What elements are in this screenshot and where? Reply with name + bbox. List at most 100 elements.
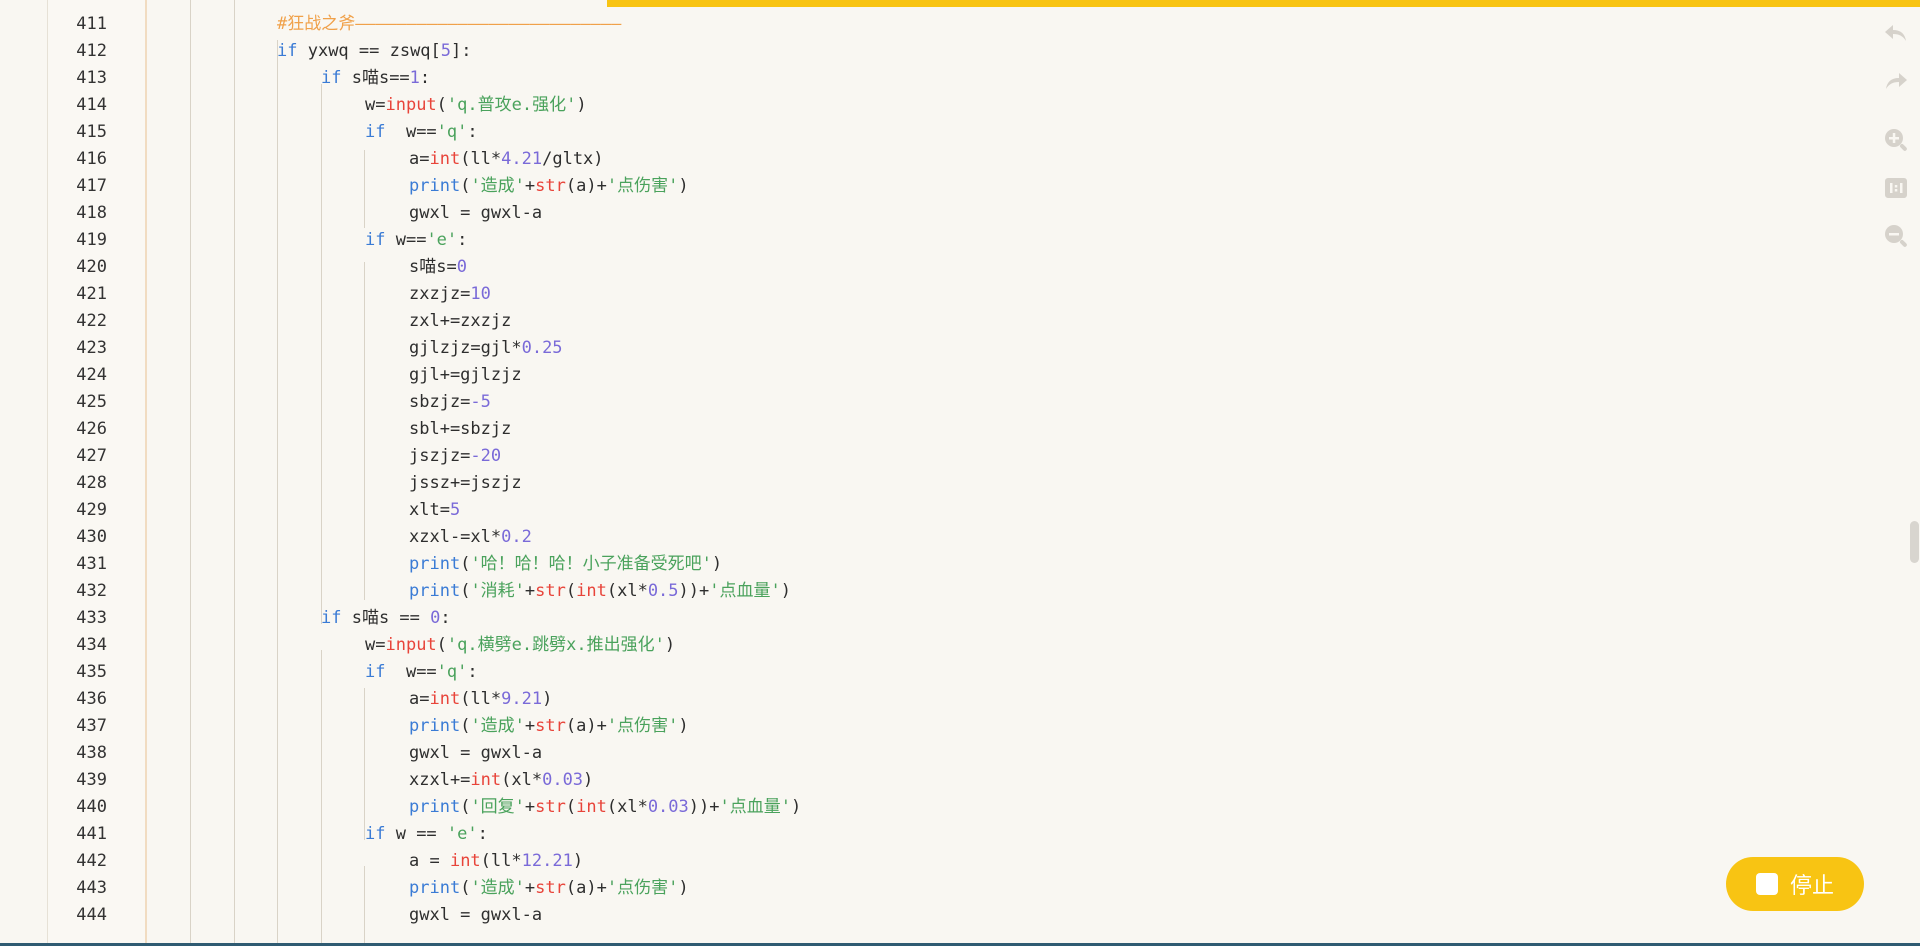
zoom-out-icon[interactable] — [1882, 222, 1910, 250]
code-token: if — [321, 608, 342, 628]
line-number: 429 — [76, 500, 107, 520]
code-token: int — [470, 770, 502, 790]
code-line[interactable]: 416 a=int(ll*4.21/gltx) — [0, 146, 1870, 173]
code-line[interactable]: 421 zxzjz=10 — [0, 281, 1870, 308]
line-number: 439 — [76, 770, 107, 790]
code-line[interactable]: 428 jssz+=jszjz — [0, 470, 1870, 497]
code-line[interactable]: 430 xzxl-=xl*0.2 — [0, 524, 1870, 551]
code-token: w== — [385, 122, 437, 142]
code-line[interactable]: 433 if s喵s == 0: — [0, 605, 1870, 632]
code-token: if — [365, 662, 386, 682]
code-token: str — [535, 878, 566, 898]
code-token: 9.21 — [501, 689, 543, 709]
code-token: 'e' — [426, 230, 458, 250]
code-line[interactable]: 444 gwxl = gwxl-a — [0, 902, 1870, 929]
code-token: s喵s == — [341, 608, 431, 628]
code-token: xzxl+= — [409, 770, 471, 790]
code-token: (xl* — [606, 797, 648, 817]
code-token: gjl+=gjlzjz — [409, 365, 522, 385]
line-number: 415 — [76, 122, 107, 142]
code-line[interactable]: 436 a=int(ll*9.21) — [0, 686, 1870, 713]
code-token: sbl+=sbzjz — [409, 419, 512, 439]
code-token: ( — [460, 878, 471, 898]
code-line[interactable]: 439 xzxl+=int(xl*0.03) — [0, 767, 1870, 794]
code-token: ( — [460, 554, 471, 574]
code-token: s喵s== — [341, 68, 410, 88]
code-token: '消耗' — [470, 581, 525, 601]
code-editor[interactable]: 411 #狂战之斧—————————————————————————— 412 if … — [0, 0, 1870, 946]
code-line[interactable]: 420 s喵s=0 — [0, 254, 1870, 281]
code-line[interactable]: 415 if w=='q': — [0, 119, 1870, 146]
code-token: ( — [565, 581, 577, 601]
code-token: str — [535, 581, 566, 601]
code-line[interactable]: 413 if s喵s==1: — [0, 65, 1870, 92]
undo-icon[interactable] — [1882, 20, 1910, 48]
code-token: gjlzjz=gjl* — [409, 338, 522, 358]
code-text: if w == 'e': — [365, 821, 488, 848]
code-token: ) — [576, 95, 587, 115]
code-token: 0.25 — [521, 338, 563, 358]
code-token: input — [385, 635, 437, 655]
vertical-scrollbar-thumb[interactable] — [1910, 521, 1919, 563]
code-line[interactable]: 432 print('消耗'+str(int(xl*0.5))+'点血量') — [0, 578, 1870, 605]
code-token: + — [524, 716, 536, 736]
code-token: ) — [542, 689, 553, 709]
code-line[interactable]: 441 if w == 'e': — [0, 821, 1870, 848]
code-token: 0.2 — [501, 527, 532, 547]
code-line[interactable]: 414 w=input('q.普攻e.强化') — [0, 92, 1870, 119]
line-number: 427 — [76, 446, 107, 466]
code-line[interactable]: 411 #狂战之斧—————————————————————————— — [0, 11, 1870, 38]
code-line[interactable]: 429 xlt=5 — [0, 497, 1870, 524]
line-number: 436 — [76, 689, 107, 709]
code-token: sbzjz= — [409, 392, 471, 412]
code-line[interactable]: 424 gjl+=gjlzjz — [0, 362, 1870, 389]
code-line[interactable]: 435 if w=='q': — [0, 659, 1870, 686]
code-token: w == — [385, 824, 447, 844]
code-line[interactable]: 431 print('哈！哈！哈！小子准备受死吧') — [0, 551, 1870, 578]
code-line[interactable]: 427 jszjz=-20 — [0, 443, 1870, 470]
code-line[interactable]: 423 gjlzjz=gjl*0.25 — [0, 335, 1870, 362]
code-line[interactable]: 426 sbl+=sbzjz — [0, 416, 1870, 443]
code-line[interactable]: 412 if yxwq == zswq[5]: — [0, 38, 1870, 65]
code-token: 'q' — [436, 122, 468, 142]
code-token: print — [409, 581, 461, 601]
line-number: 444 — [76, 905, 107, 925]
code-text: zxl+=zxzjz — [409, 308, 511, 335]
code-token: str — [535, 716, 566, 736]
code-token: (ll* — [460, 689, 502, 709]
code-token: ( — [460, 797, 471, 817]
line-number: 414 — [76, 95, 107, 115]
code-token: + — [524, 176, 536, 196]
code-token: : — [477, 824, 488, 844]
line-number: 425 — [76, 392, 107, 412]
code-line[interactable]: 425 sbzjz=-5 — [0, 389, 1870, 416]
code-line[interactable]: 418 gwxl = gwxl-a — [0, 200, 1870, 227]
code-line[interactable]: 434 w=input('q.横劈e.跳劈x.推出强化') — [0, 632, 1870, 659]
actual-size-icon[interactable] — [1882, 174, 1910, 202]
code-text: if w=='q': — [365, 659, 478, 686]
code-line[interactable]: 419 if w=='e': — [0, 227, 1870, 254]
code-text: sbzjz=-5 — [409, 389, 491, 416]
code-line[interactable]: 443 print('造成'+str(a)+'点伤害') — [0, 875, 1870, 902]
editor-toolbar — [1870, 18, 1920, 258]
code-line[interactable]: 438 gwxl = gwxl-a — [0, 740, 1870, 767]
code-token: gwxl = gwxl-a — [409, 743, 543, 763]
stop-button[interactable]: 停止 — [1726, 857, 1864, 911]
code-line[interactable]: 437 print('造成'+str(a)+'点伤害') — [0, 713, 1870, 740]
code-text: if w=='e': — [365, 227, 467, 254]
code-line[interactable]: 442 a = int(ll*12.21) — [0, 848, 1870, 875]
code-token: ( — [436, 635, 447, 655]
code-line[interactable]: 422 zxl+=zxzjz — [0, 308, 1870, 335]
zoom-in-icon[interactable] — [1882, 126, 1910, 154]
code-token: '造成' — [470, 176, 525, 196]
redo-icon[interactable] — [1882, 68, 1910, 96]
code-token: + — [524, 797, 536, 817]
line-number: 413 — [76, 68, 107, 88]
line-number: 442 — [76, 851, 107, 871]
code-token: '哈！哈！哈！小子准备受死吧' — [470, 554, 712, 574]
code-token: input — [385, 95, 437, 115]
code-line[interactable]: 440 print('回复'+str(int(xl*0.03))+'点血量') — [0, 794, 1870, 821]
code-line[interactable]: 417 print('造成'+str(a)+'点伤害') — [0, 173, 1870, 200]
code-token: zxzjz= — [409, 284, 471, 304]
code-token: gwxl = gwxl-a — [409, 905, 543, 925]
